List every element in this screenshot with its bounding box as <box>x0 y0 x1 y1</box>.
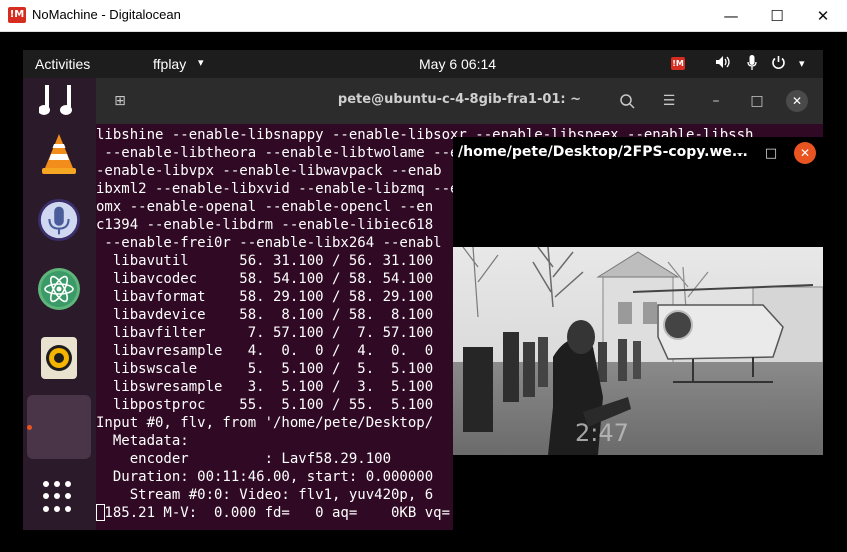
clock[interactable]: May 6 06:14 <box>419 56 496 72</box>
window-title: NoMachine - Digitalocean <box>32 7 181 22</box>
maximize-button[interactable]: ☐ <box>754 0 800 31</box>
terminal-header-bar: ⊞ pete@ubuntu-c-4-8gib-fra1-01: ~ ☰ – □ … <box>96 78 823 124</box>
video-timestamp-overlay: 2:47 <box>575 419 629 447</box>
nomachine-tray-icon[interactable]: !M <box>671 57 685 70</box>
ffplay-header-bar: /home/pete/Desktop/2FPS-copy.we... – □ ✕ <box>453 137 823 169</box>
volume-icon[interactable] <box>715 55 731 72</box>
rhythmbox-icon[interactable] <box>37 80 81 124</box>
terminal-line: libavcodec 58. 54.100 / 58. 54.100 <box>96 271 434 287</box>
terminal-line: c1394 --enable-libdrm --enable-libiec618 <box>96 217 434 233</box>
close-button[interactable]: ✕ <box>800 0 846 31</box>
terminal-line: -enable-libvpx --enable-libwavpack --ena… <box>96 163 442 179</box>
terminal-line: ibxml2 --enable-libxvid --enable-libzmq … <box>96 181 467 197</box>
nomachine-title-bar: !M NoMachine - Digitalocean — ☐ ✕ <box>0 0 847 32</box>
terminal-line: libavformat 58. 29.100 / 58. 29.100 <box>96 289 434 305</box>
terminal-line: Duration: 00:11:46.00, start: 0.000000 <box>96 469 434 485</box>
terminal-minimize-icon[interactable]: – <box>705 90 727 112</box>
search-icon[interactable] <box>616 90 638 112</box>
terminal-line: encoder : Lavf58.29.100 <box>96 451 392 467</box>
ffplay-close-icon[interactable]: ✕ <box>794 142 816 164</box>
terminal-line: --enable-libtheora --enable-libtwolame -… <box>96 145 476 161</box>
video-frame-image <box>453 246 824 455</box>
atom-editor-icon[interactable] <box>37 267 81 311</box>
terminal-line: libpostproc 55. 5.100 / 55. 5.100 <box>96 397 434 413</box>
ffplay-maximize-icon[interactable]: □ <box>760 142 782 164</box>
vlc-icon[interactable] <box>37 132 81 176</box>
terminal-dock-item-active[interactable] <box>27 395 91 459</box>
power-icon[interactable] <box>771 55 786 73</box>
terminal-line: Metadata: <box>96 433 189 449</box>
terminal-line: libavfilter 7. 57.100 / 7. 57.100 <box>96 325 434 341</box>
app-menu-caret-icon[interactable]: ▾ <box>198 56 204 69</box>
ffplay-minimize-icon[interactable]: – <box>729 142 751 164</box>
running-indicator-dot <box>27 425 32 430</box>
ubuntu-dock <box>23 78 96 530</box>
nomachine-logo-icon: !M <box>8 7 26 23</box>
activities-button[interactable]: Activities <box>35 56 90 72</box>
show-applications-icon[interactable] <box>43 481 75 513</box>
terminal-line: libavdevice 58. 8.100 / 58. 8.100 <box>96 307 434 323</box>
gnome-top-bar: Activities ffplay ▾ May 6 06:14 !M ▾ <box>23 50 823 78</box>
terminal-line: libswscale 5. 5.100 / 5. 5.100 <box>96 361 434 377</box>
ffplay-title: /home/pete/Desktop/2FPS-copy.we... <box>458 144 748 160</box>
hamburger-menu-icon[interactable]: ☰ <box>658 90 680 112</box>
terminal-line: 185.21 M-V: 0.000 fd= 0 aq= 0KB vq= <box>96 505 451 521</box>
microphone-icon[interactable] <box>747 55 757 74</box>
speaker-app-icon[interactable] <box>37 336 81 380</box>
minimize-button[interactable]: — <box>708 0 754 31</box>
terminal-cursor <box>96 504 105 521</box>
terminal-line: libavutil 56. 31.100 / 56. 31.100 <box>96 253 434 269</box>
terminal-line: Input #0, flv, from '/home/pete/Desktop/ <box>96 415 434 431</box>
video-frame[interactable]: 2:47 <box>453 246 824 455</box>
terminal-close-icon[interactable]: ✕ <box>786 90 808 112</box>
terminal-maximize-icon[interactable]: □ <box>746 90 768 112</box>
app-menu-label[interactable]: ffplay <box>153 56 186 72</box>
system-menu-caret-icon[interactable]: ▾ <box>799 57 805 70</box>
terminal-line: --enable-frei0r --enable-libx264 --enabl <box>96 235 442 251</box>
terminal-line: libswresample 3. 5.100 / 3. 5.100 <box>96 379 434 395</box>
terminal-line: Stream #0:0: Video: flv1, yuv420p, 6 <box>96 487 434 503</box>
ffplay-window[interactable]: /home/pete/Desktop/2FPS-copy.we... – □ ✕ <box>453 137 824 530</box>
voice-recorder-icon[interactable] <box>37 198 81 242</box>
terminal-line: libavresample 4. 0. 0 / 4. 0. 0 <box>96 343 434 359</box>
terminal-line: omx --enable-openal --enable-opencl --en <box>96 199 434 215</box>
